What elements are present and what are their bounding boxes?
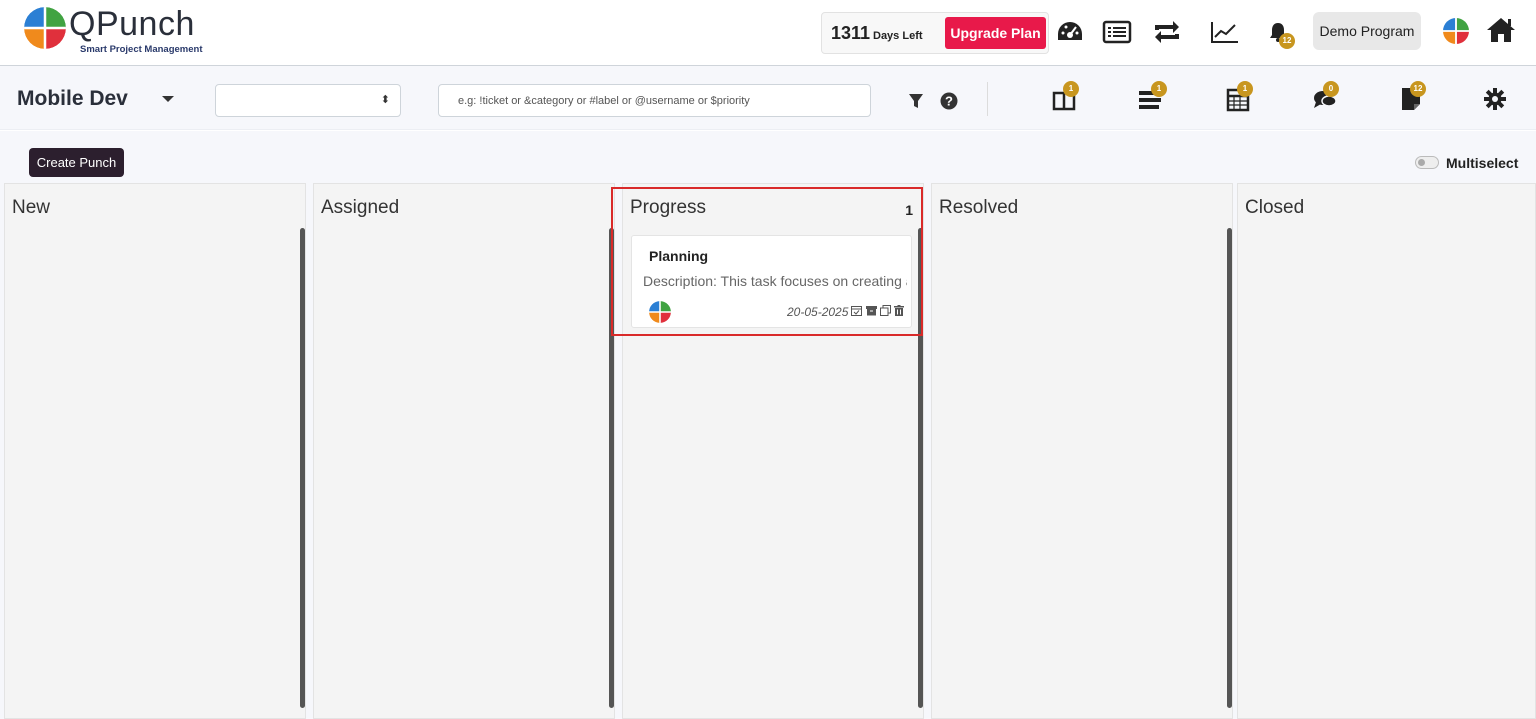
qpunch-logo[interactable]: QPunch Smart Project Management [24,5,224,59]
column-scrollbar[interactable] [609,228,614,708]
column-assigned: Assigned [313,183,615,719]
search-input[interactable] [438,84,871,117]
upgrade-plan-button[interactable]: Upgrade Plan [945,17,1046,49]
tickets-icon[interactable]: 1 [1049,81,1079,114]
top-navbar: QPunch Smart Project Management 1311 Day… [0,0,1536,66]
column-scrollbar[interactable] [918,228,923,708]
list-icon[interactable] [1101,16,1133,48]
chat-icon[interactable]: 0 [1310,81,1340,114]
column-title: Assigned [321,197,400,218]
column-count: 1 [905,202,913,218]
create-punch-button[interactable]: Create Punch [29,148,124,177]
column-scrollbar[interactable] [300,228,305,708]
calendar-badge: 1 [1237,81,1253,97]
days-left-count: 1311 [831,23,871,43]
column-resolved: Resolved [931,183,1233,719]
punch-card[interactable]: Planning Description: This task focuses … [631,235,912,328]
project-toolbar: Mobile Dev ⬍ ? 1 1 1 0 12 [0,66,1536,130]
column-title: Closed [1245,197,1305,218]
backlog-badge: 1 [1151,81,1167,97]
settings-gear-icon[interactable] [1480,84,1510,114]
brand-name: QPunch [69,5,195,43]
calendar-icon[interactable]: 1 [1223,81,1253,114]
svg-text:?: ? [945,94,953,109]
calendar-check-icon[interactable] [851,305,862,317]
column-closed: Closed [1237,183,1536,719]
toolbar-divider [987,82,988,116]
project-dropdown-icon[interactable] [162,96,174,102]
card-description: Description: This task focuses on creati… [643,273,907,289]
notes-badge: 12 [1410,81,1426,97]
program-selector-button[interactable]: Demo Program [1313,12,1421,50]
card-title: Planning [649,248,709,264]
column-title: New [12,197,51,218]
archive-icon[interactable] [866,305,877,317]
multiselect-toggle[interactable] [1415,156,1439,169]
help-icon[interactable]: ? [934,86,964,116]
days-left-label: Days Left [873,30,923,42]
column-title: Resolved [939,197,1019,218]
chart-icon[interactable] [1209,16,1241,48]
column-progress: Progress 1 Planning Description: This ta… [622,183,924,719]
kanban-board: New Assigned Progress 1 Planning Descrip… [0,183,1536,719]
avatar[interactable] [1440,15,1472,47]
chat-badge: 0 [1323,81,1339,97]
dashboard-icon[interactable] [1054,16,1086,48]
assignee-avatar[interactable] [649,301,671,323]
bell-icon[interactable]: 12 [1262,16,1295,49]
notification-badge: 12 [1279,33,1295,49]
brand-tagline: Smart Project Management [80,44,203,55]
select-arrows-icon: ⬍ [380,94,390,106]
tickets-badge: 1 [1063,81,1079,97]
project-filter-select[interactable]: ⬍ [215,84,401,117]
card-due-date: 20-05-2025 [787,305,849,319]
multiselect-label: Multiselect [1446,155,1519,171]
board-actions-row: Create Punch Multiselect [0,131,1536,183]
backlog-icon[interactable]: 1 [1135,81,1167,114]
column-scrollbar[interactable] [1227,228,1232,708]
home-icon[interactable] [1485,14,1517,46]
days-left-widget: 1311 Days Left Upgrade Plan [821,12,1049,54]
column-new: New [4,183,306,719]
project-title: Mobile Dev [17,87,128,110]
copy-icon[interactable] [880,305,891,317]
sync-icon[interactable] [1151,16,1183,48]
notes-icon[interactable]: 12 [1396,81,1426,114]
filter-icon[interactable] [901,86,931,116]
logo-mark-icon [24,7,66,49]
trash-icon[interactable] [894,305,905,317]
column-title: Progress [630,197,707,218]
